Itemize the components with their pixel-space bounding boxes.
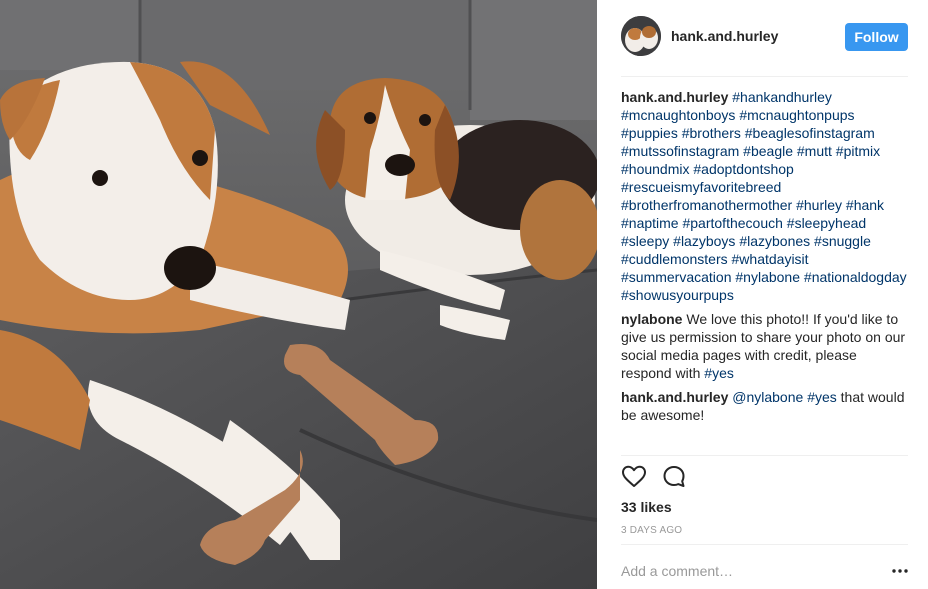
hashtag-link[interactable]: #sleepy [621,233,669,249]
comment-reply: hank.and.hurley @nylabone #yes that woul… [621,388,908,424]
hashtag-link[interactable]: #brothers [682,125,741,141]
post-username[interactable]: hank.and.hurley [671,28,778,44]
hashtag-link[interactable]: #yes [704,365,734,381]
hashtag-link[interactable]: #adoptdontshop [693,161,793,177]
hashtag-link[interactable]: #beaglesofinstagram [745,125,875,141]
post-header: hank.and.hurley Follow [621,16,908,60]
hashtag-link[interactable]: #yes [807,389,837,405]
likes-count[interactable]: 33 likes [621,499,672,515]
hashtag-link[interactable]: #brotherfromanothermother [621,197,792,213]
hashtag-link[interactable]: #hurley [796,197,842,213]
hashtag-link[interactable]: #houndmix [621,161,690,177]
hashtag-link[interactable]: #lazybones [739,233,810,249]
caption-comment: hank.and.hurley #hankandhurley #mcnaught… [621,88,908,304]
post-photo[interactable] [0,0,597,589]
footer-divider [621,544,908,545]
ellipsis-icon[interactable] [891,564,909,578]
hashtag-link[interactable]: #rescueismyfavoritebreed [621,179,781,195]
hashtag-link[interactable]: #pitmix [836,143,880,159]
hashtag-link[interactable]: #sleepyhead [787,215,866,231]
hashtag-link[interactable]: #beagle [743,143,793,159]
comment-nylabone: nylabone We love this photo!! If you'd l… [621,310,908,382]
avatar-image [621,16,661,56]
hashtag-link[interactable]: #mcnaughtonboys [621,107,735,123]
comment-username[interactable]: nylabone [621,311,682,327]
hashtag-link[interactable]: #snuggle [814,233,871,249]
hashtag-link[interactable]: #summervacation [621,269,732,285]
hashtag-link[interactable]: #mutt [797,143,832,159]
hashtag-link[interactable]: #hankandhurley [732,89,832,105]
post-details-panel: hank.and.hurley Follow hank.and.hurley #… [597,0,928,589]
add-comment-input[interactable] [621,561,881,581]
hashtag-link[interactable]: #lazyboys [673,233,735,249]
follow-button[interactable]: Follow [845,23,908,51]
hashtag-link[interactable]: #cuddlemonsters [621,251,728,267]
hashtag-link[interactable]: #mutssofinstagram [621,143,739,159]
dogs-on-couch-image [0,0,597,589]
avatar[interactable] [621,16,661,56]
hashtag-link[interactable]: #nationaldogday [804,269,907,285]
comments-divider [621,455,908,456]
heart-icon[interactable] [621,464,647,490]
speech-bubble-icon[interactable] [661,464,687,490]
comment-username[interactable]: hank.and.hurley [621,389,728,405]
comments-section: hank.and.hurley #hankandhurley #mcnaught… [621,88,908,430]
mention-link[interactable]: @nylabone [732,389,803,405]
hashtag-link[interactable]: #showusyourpups [621,287,734,303]
hashtag-link[interactable]: #whatdayisit [732,251,809,267]
hashtag-link[interactable]: #hank [846,197,884,213]
hashtag-link[interactable]: #puppies [621,125,678,141]
hashtag-link[interactable]: #partofthecouch [682,215,782,231]
caption-username[interactable]: hank.and.hurley [621,89,728,105]
hashtag-link[interactable]: #nylabone [735,269,800,285]
header-divider [621,76,908,77]
caption-hashtags: #hankandhurley #mcnaughtonboys #mcnaught… [621,89,907,303]
post-timestamp[interactable]: 3 DAYS AGO [621,525,682,536]
hashtag-link[interactable]: #mcnaughtonpups [739,107,854,123]
hashtag-link[interactable]: #naptime [621,215,679,231]
